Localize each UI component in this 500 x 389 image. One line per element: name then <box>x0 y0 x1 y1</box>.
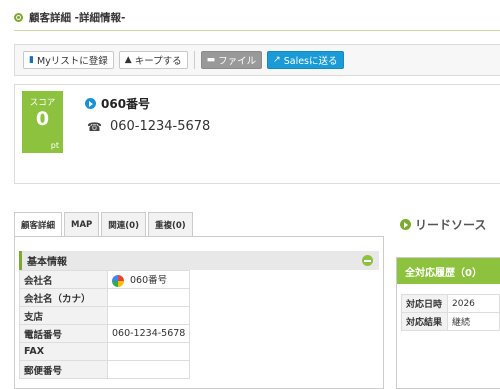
header-divider <box>14 30 500 31</box>
lock-icon: ▲ <box>124 54 132 65</box>
activity-history-table: 対応日時 2026 対応結果 継続 <box>401 294 500 331</box>
file-button[interactable]: ▬ ファイル <box>200 51 263 69</box>
table-row: 会社名（カナ） <box>19 288 191 307</box>
field-value <box>106 306 191 325</box>
field-value: 060番号 <box>106 270 191 289</box>
page-header: 顧客詳細 -詳細情報- <box>14 8 125 26</box>
basic-info-table: 会社名 060番号 会社名（カナ） 支店 電話番号 060-1234-5678 … <box>19 270 191 379</box>
field-label: FAX <box>19 342 108 361</box>
detail-tabs: 顧客詳細 MAP 関連(0) 重複(0) <box>14 212 193 237</box>
arrow-circle-icon <box>400 219 411 230</box>
customer-phone[interactable]: 060-1234-5678 <box>110 119 210 134</box>
table-row: 支店 <box>19 306 191 325</box>
add-to-mylist-label: Myリストに登録 <box>36 56 108 67</box>
page-title: 顧客詳細 -詳細情報- <box>29 11 126 24</box>
header-bullet-icon <box>14 12 23 22</box>
table-row: 対応結果 継続 <box>401 312 500 331</box>
activity-history-body: 対応日時 2026 対応結果 継続 <box>401 294 500 331</box>
add-to-mylist-button[interactable]: ▮ Myリストに登録 <box>23 51 114 69</box>
tab-customer-detail[interactable]: 顧客詳細 <box>14 212 63 237</box>
score-value: 0 <box>35 108 50 130</box>
score-badge: スコア 0 pt <box>22 91 63 153</box>
field-label: 対応日時 <box>401 294 448 313</box>
table-row: 電話番号 060-1234-5678 <box>19 324 191 343</box>
table-row: 会社名 060番号 <box>19 270 191 289</box>
table-row: 対応日時 2026 <box>401 294 500 313</box>
field-value: 継続 <box>447 312 500 331</box>
toolbar-separator <box>193 51 195 69</box>
folder-icon: ▬ <box>206 54 216 65</box>
customer-name: 060番号 <box>101 97 151 111</box>
tab-map[interactable]: MAP <box>64 212 100 237</box>
lead-source-heading[interactable]: リードソース <box>400 216 486 233</box>
activity-history-panel: 全対応履歴（0） 対応日時 2026 対応結果 継続 <box>396 257 500 389</box>
customer-phone-row: ☎ 060-1234-5678 <box>87 119 210 134</box>
send-to-sales-label: Salesに送る <box>283 56 338 67</box>
company-logo-icon <box>112 274 124 287</box>
field-value <box>106 360 191 379</box>
field-value <box>106 288 191 307</box>
field-value <box>106 342 191 361</box>
send-to-sales-button[interactable]: ↗ Salesに送る <box>267 51 344 69</box>
field-label: 対応結果 <box>401 312 448 331</box>
table-row: 郵便番号 <box>19 360 191 379</box>
action-toolbar: ▮ Myリストに登録 ▲ キープする ▬ ファイル ↗ Salesに送る <box>14 44 500 76</box>
table-row: FAX <box>19 342 191 361</box>
collapse-icon[interactable] <box>362 255 373 266</box>
tab-duplicates[interactable]: 重複(0) <box>147 212 193 237</box>
bookmark-icon: ▮ <box>29 54 34 65</box>
company-name-value: 060番号 <box>130 275 168 287</box>
field-label: 郵便番号 <box>19 360 108 379</box>
customer-name-row: 060番号 <box>85 95 150 112</box>
phone-icon: ☎ <box>87 119 102 134</box>
basic-info-title: 基本情報 <box>27 257 67 268</box>
field-label: 会社名（カナ） <box>19 288 108 307</box>
play-icon <box>85 98 96 109</box>
keep-label: キープする <box>134 56 182 67</box>
score-label: スコア <box>29 98 56 108</box>
field-value: 060-1234-5678 <box>106 324 191 343</box>
basic-info-header[interactable]: 基本情報 <box>19 251 379 270</box>
score-unit: pt <box>50 141 59 150</box>
customer-summary-card: スコア 0 pt 060番号 ☎ 060-1234-5678 <box>14 84 500 184</box>
field-value: 2026 <box>447 294 500 313</box>
customer-detail-panel: 基本情報 会社名 060番号 会社名（カナ） 支店 電話番号 060-1234-… <box>14 236 384 389</box>
field-label: 会社名 <box>19 270 108 289</box>
field-label: 電話番号 <box>19 324 108 343</box>
external-link-icon: ↗ <box>273 54 281 65</box>
activity-history-header[interactable]: 全対応履歴（0） <box>397 258 500 284</box>
keep-button[interactable]: ▲ キープする <box>118 51 188 69</box>
tab-related[interactable]: 関連(0) <box>101 212 146 237</box>
field-label: 支店 <box>19 306 108 325</box>
lead-source-title: リードソース <box>415 218 487 232</box>
file-label: ファイル <box>218 56 257 67</box>
